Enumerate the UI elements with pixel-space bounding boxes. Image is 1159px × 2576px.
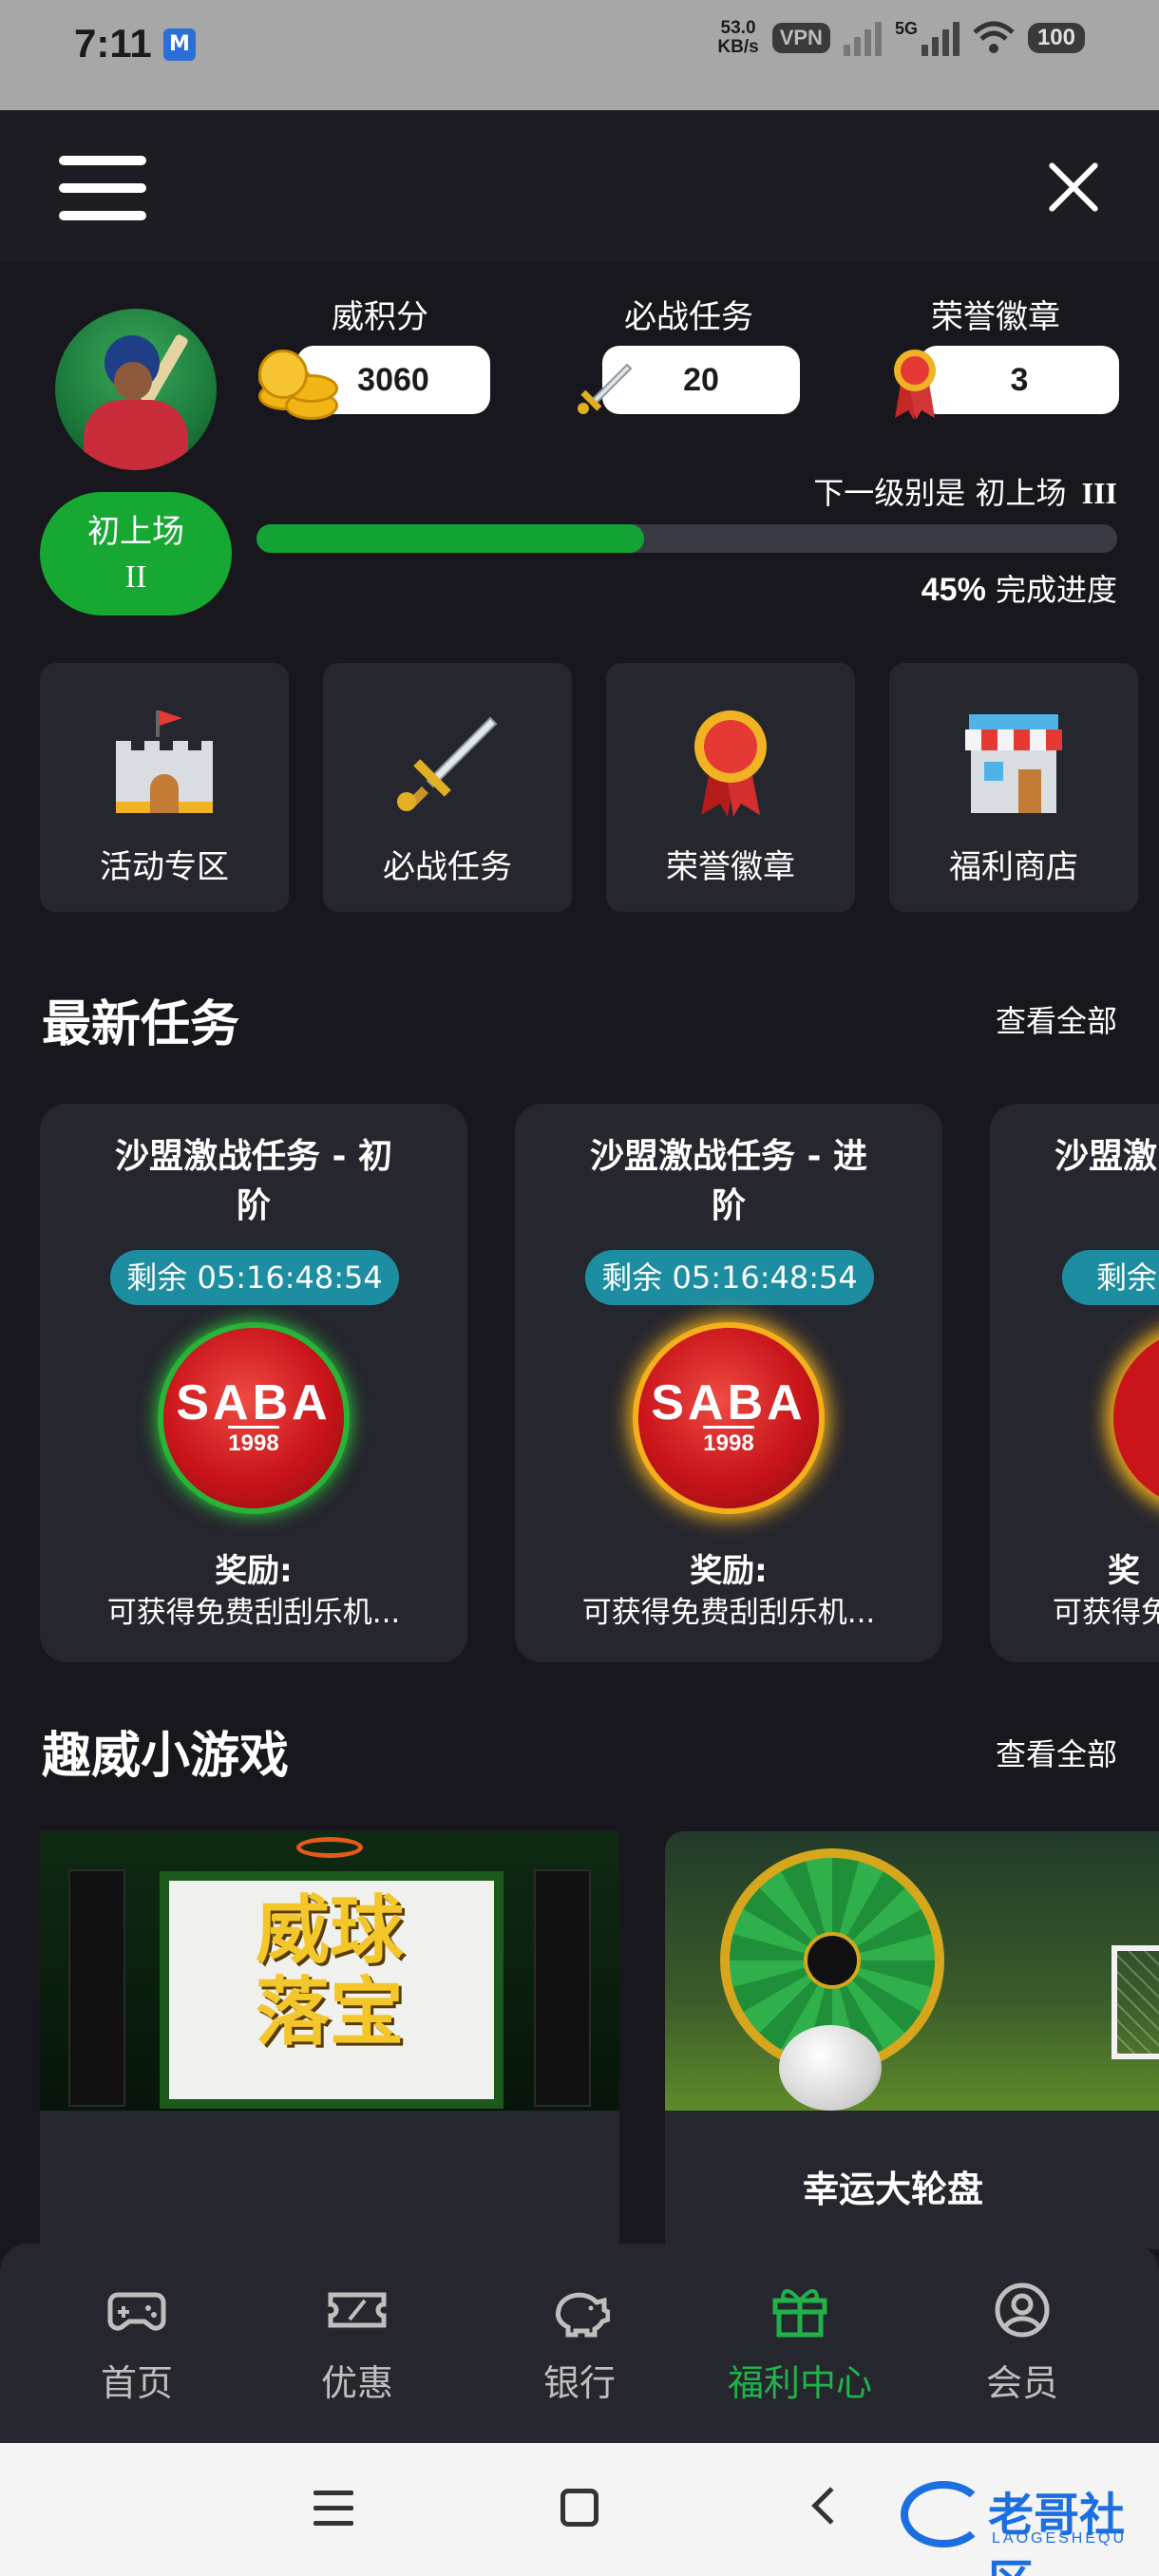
gift-icon	[772, 2289, 827, 2338]
task-title: 沙盟激战任务 - 初 阶	[114, 1137, 392, 1225]
task-title: 沙盟激战任务 - 进 阶	[589, 1137, 867, 1225]
task-timer: 剩余 05:16:48:54	[585, 1250, 874, 1305]
vpn-badge: VPN	[771, 23, 830, 53]
task-card-partial[interactable]: 沙盟激 剩余 奖 可获得免	[990, 1104, 1159, 1662]
nav-welfare-center[interactable]: 福利中心	[724, 2282, 876, 2405]
nav-home[interactable]: 首页	[61, 2282, 213, 2405]
status-bar: 7:11 M 53.0 KB/s VPN 5G 100	[0, 0, 1159, 110]
reward-label: 奖励:	[215, 1552, 293, 1590]
game-image-basketball: 威球 落宝	[40, 1831, 619, 2111]
reward-text: 可获得免费刮刮乐机...	[581, 1596, 876, 1630]
avatar[interactable]	[55, 309, 217, 470]
home-icon[interactable]	[560, 2489, 598, 2527]
medal-icon	[694, 710, 767, 817]
medal-icon	[894, 350, 936, 420]
mini-games-title: 趣威小游戏	[42, 1728, 290, 1785]
castle-icon	[116, 710, 213, 813]
saba-logo: SABA 1998	[638, 1328, 819, 1508]
piggy-bank-icon	[555, 2292, 611, 2338]
ticket-icon	[328, 2292, 387, 2328]
latest-tasks-see-all[interactable]: 查看全部	[996, 997, 1117, 1041]
nav-bank[interactable]: 银行	[504, 2282, 656, 2405]
game-image-wheel	[665, 1831, 1159, 2111]
quick-link-missions[interactable]: 必战任务	[323, 663, 572, 912]
gamepad-icon	[107, 2292, 166, 2331]
game-name: 幸运大轮盘	[802, 2169, 983, 2210]
menu-icon[interactable]	[59, 156, 146, 220]
progress-text: 45% 完成进度	[921, 572, 1117, 608]
status-icons: 53.0 KB/s VPN 5G 100	[717, 19, 1085, 57]
battery-level: 100	[1027, 23, 1085, 53]
game-card[interactable]: 威球 落宝	[40, 1831, 619, 2249]
hoop-icon	[296, 1837, 363, 1858]
latest-tasks-title: 最新任务	[42, 996, 240, 1053]
task-timer: 剩余 05:16:48:54	[110, 1250, 399, 1305]
bottom-nav: 首页 优惠 银行 福利中心 会员	[0, 2244, 1159, 2443]
missions-label: 必战任务	[624, 298, 753, 336]
status-time: 7:11	[74, 21, 152, 66]
nav-promotions[interactable]: 优惠	[281, 2282, 433, 2405]
close-icon[interactable]	[1039, 154, 1106, 220]
network-type: 5G	[894, 19, 918, 38]
quick-link-shop[interactable]: 福利商店	[889, 663, 1138, 912]
user-icon	[995, 2282, 1050, 2338]
mail-notification-icon: M	[163, 28, 196, 61]
level-badge[interactable]: 初上场 II	[40, 492, 232, 616]
top-bar	[0, 110, 1159, 262]
quick-link-label: 必战任务	[383, 848, 512, 886]
quick-link-label: 活动专区	[100, 848, 229, 886]
nav-member[interactable]: 会员	[946, 2282, 1098, 2405]
reward-label: 奖励:	[690, 1552, 768, 1590]
watermark-logo: 老哥社区 LAOGESHEQU	[901, 2472, 1150, 2576]
next-level-text: 下一级别是 初上场 III	[813, 475, 1117, 511]
points-label: 威积分	[332, 298, 428, 336]
dragon-icon	[901, 2481, 986, 2548]
reward-text: 可获得免费刮刮乐机...	[106, 1596, 401, 1630]
sword-icon	[397, 716, 498, 811]
wifi-icon	[973, 21, 1015, 53]
level-progress-fill	[256, 524, 644, 553]
back-icon[interactable]	[811, 2487, 849, 2525]
shop-icon	[965, 714, 1062, 813]
goal-icon	[1112, 1945, 1159, 2059]
signal-sim2-icon	[921, 20, 960, 56]
quick-link-label: 荣誉徽章	[666, 848, 795, 886]
level-progress-bar	[256, 524, 1117, 553]
system-nav-bar: 老哥社区 LAOGESHEQU	[0, 2443, 1159, 2576]
saba-logo	[1113, 1328, 1159, 1508]
badges-label: 荣誉徽章	[931, 298, 1060, 336]
task-card[interactable]: 沙盟激战任务 - 初 阶 剩余 05:16:48:54 SABA 1998 奖励…	[40, 1104, 467, 1662]
game-card[interactable]: 幸运大轮盘	[665, 1831, 1159, 2249]
quick-link-events[interactable]: 活动专区	[40, 663, 289, 912]
net-speed: 53.0 KB/s	[717, 18, 759, 57]
football-icon	[779, 2025, 882, 2111]
quick-link-badges[interactable]: 荣誉徽章	[606, 663, 855, 912]
mini-games-see-all[interactable]: 查看全部	[996, 1731, 1117, 1774]
task-card[interactable]: 沙盟激战任务 - 进 阶 剩余 05:16:48:54 SABA 1998 奖励…	[515, 1104, 942, 1662]
saba-logo: SABA 1998	[163, 1328, 344, 1508]
quick-link-label: 福利商店	[949, 848, 1078, 886]
badges-value[interactable]: 3	[920, 346, 1119, 414]
signal-sim1-icon	[843, 20, 882, 56]
recent-apps-icon[interactable]	[314, 2491, 353, 2527]
sword-icon	[578, 363, 633, 414]
